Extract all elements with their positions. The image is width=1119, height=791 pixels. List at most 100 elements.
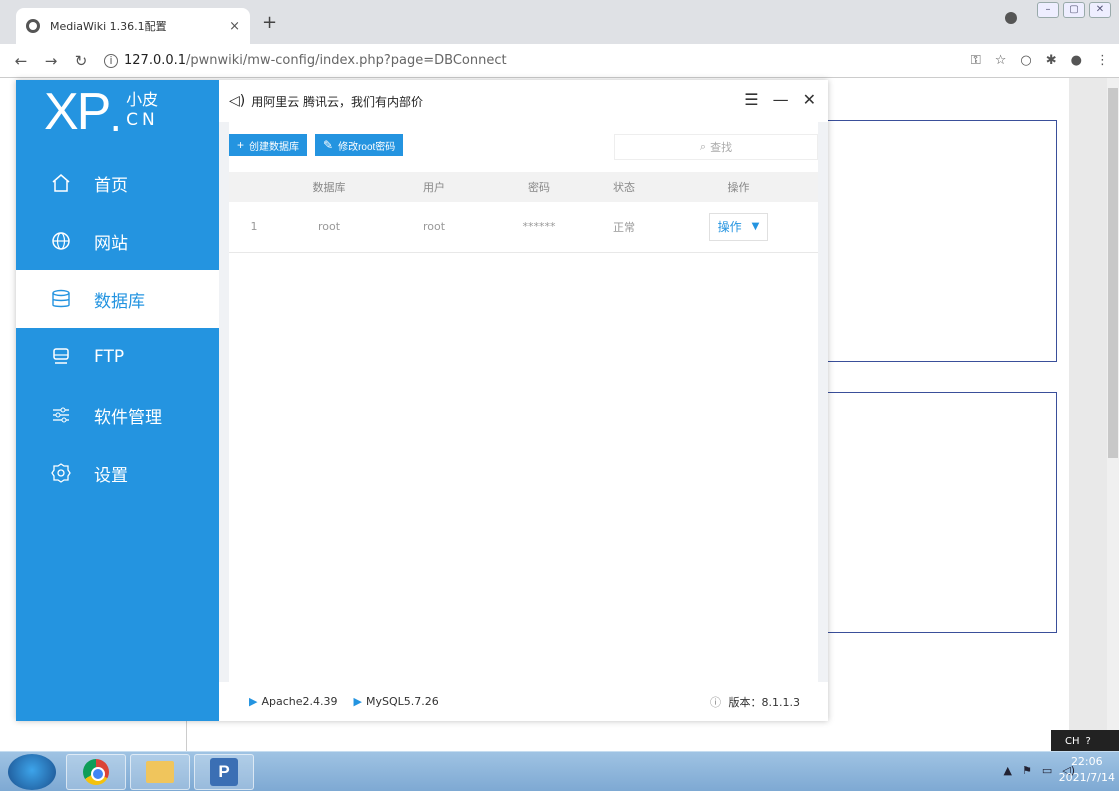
sidebar-item-settings[interactable]: 设置 — [16, 444, 219, 502]
sidebar-item-websites[interactable]: 网站 — [16, 212, 219, 270]
opera-icon[interactable]: ○ — [1020, 53, 1031, 68]
caret-down-icon: ▼ — [751, 221, 760, 233]
info-icon: ⓘ — [710, 696, 722, 709]
change-root-password-button[interactable]: ✎ 修改root密码 — [315, 134, 404, 156]
clock[interactable]: 22:06 2021/7/14 — [1059, 754, 1115, 786]
col-index — [229, 172, 279, 202]
profile-dot-icon[interactable] — [1005, 12, 1017, 24]
globe-icon — [50, 230, 72, 252]
language-bar[interactable]: CH ? — [1051, 730, 1119, 752]
close-icon[interactable]: ✕ — [803, 90, 816, 109]
window-controls: – ▢ ✕ — [1037, 2, 1111, 18]
forward-icon[interactable]: → — [42, 52, 60, 70]
close-window-button[interactable]: ✕ — [1089, 2, 1111, 18]
apache-status[interactable]: Apache2.4.39 — [261, 695, 337, 708]
tray-expand-icon[interactable]: ▲ — [1003, 764, 1011, 777]
action-dropdown-button[interactable]: 操作 ▼ — [708, 212, 769, 241]
sidebar-item-label: FTP — [94, 347, 125, 367]
sidebar-item-label: 数据库 — [94, 291, 145, 312]
taskbar-phpstudy[interactable]: P — [194, 754, 254, 790]
version-info: ⓘ 版本：8.1.1.3 — [710, 694, 800, 710]
help-icon[interactable]: ? — [1086, 736, 1091, 747]
cell-password: ****** — [489, 202, 589, 253]
sidebar-item-database[interactable]: 数据库 — [16, 270, 219, 328]
extensions-icon[interactable]: ✱ — [1046, 53, 1057, 68]
gear-icon — [50, 462, 72, 484]
action-center-icon[interactable]: ⚑ — [1022, 764, 1032, 777]
logo-cn-text: 小皮 — [126, 90, 159, 109]
tab-close-icon[interactable]: × — [229, 19, 240, 34]
maximize-button[interactable]: ▢ — [1063, 2, 1085, 18]
menu-icon[interactable]: ☰ — [744, 90, 758, 109]
ftp-icon — [50, 346, 72, 368]
notice-bar: ◁) 用阿里云 腾讯云，我们有内部价 ☰ — ✕ — [219, 80, 828, 122]
sidebar-item-label: 网站 — [94, 233, 128, 254]
app-window: XP . 小皮 CN 首页 网站 数据库 FTP 软件管理 设置 ◁) 用阿里云… — [16, 80, 828, 721]
col-database: 数据库 — [279, 172, 379, 202]
app-window-controls: ☰ — ✕ — [744, 90, 816, 109]
table-header-row: 数据库 用户 密码 状态 操作 — [229, 172, 818, 202]
sidebar-item-ftp[interactable]: FTP — [16, 328, 219, 386]
page-scrollbar[interactable] — [1107, 78, 1119, 751]
cell-status: 正常 — [589, 202, 659, 253]
minimize-button[interactable]: – — [1037, 2, 1059, 18]
mysql-status[interactable]: MySQL5.7.26 — [366, 695, 439, 708]
cell-index: 1 — [229, 202, 279, 253]
background-panel — [828, 392, 1057, 633]
phpstudy-icon: P — [210, 758, 238, 786]
version-label: 版本：8.1.1.3 — [728, 696, 800, 709]
taskbar-explorer[interactable] — [130, 754, 190, 790]
sidebar-item-home[interactable]: 首页 — [16, 154, 219, 212]
cell-database: root — [279, 202, 379, 253]
browser-tab[interactable]: MediaWiki 1.36.1配置 × — [16, 8, 250, 44]
sidebar-item-software[interactable]: 软件管理 — [16, 386, 219, 444]
sliders-icon — [50, 404, 72, 426]
taskbar-chrome[interactable] — [66, 754, 126, 790]
profile-icon[interactable]: ● — [1071, 53, 1082, 68]
minimize-icon[interactable]: — — [773, 90, 789, 109]
home-icon — [50, 172, 72, 194]
tab-title: MediaWiki 1.36.1配置 — [50, 20, 167, 33]
clock-time: 22:06 — [1070, 755, 1103, 768]
status-footer: ▶ Apache2.4.39 ▶ MySQL5.7.26 ⓘ 版本：8.1.1.… — [219, 682, 828, 721]
pencil-icon: ✎ — [323, 138, 334, 152]
clock-date: 2021/7/14 — [1058, 771, 1115, 784]
back-icon[interactable]: ← — [12, 52, 30, 70]
url-host: 127.0.0.1 — [124, 53, 187, 68]
speaker-icon: ◁) — [229, 93, 246, 109]
start-button[interactable] — [8, 754, 56, 790]
scrollbar-thumb[interactable] — [1108, 88, 1118, 458]
create-database-button[interactable]: + 创建数据库 — [229, 134, 308, 156]
sidebar-item-label: 首页 — [94, 175, 128, 196]
col-action: 操作 — [659, 172, 818, 202]
app-logo: XP . 小皮 CN — [44, 86, 159, 138]
table-row: 1 root root ****** 正常 操作 ▼ — [229, 202, 818, 253]
search-icon: ⌕ — [699, 140, 707, 153]
sidebar-item-label: 设置 — [94, 465, 128, 486]
page-favicon-icon — [26, 19, 40, 33]
reload-icon[interactable]: ↻ — [72, 52, 90, 70]
cell-user: root — [379, 202, 489, 253]
site-info-icon[interactable]: i — [104, 53, 118, 68]
address-bar: ← → ↻ i 127.0.0.1/pwnwiki/mw-config/inde… — [0, 44, 1119, 78]
col-user: 用户 — [379, 172, 489, 202]
database-content: + 创建数据库 ✎ 修改root密码 ⌕ 查找 数据库 用户 密码 状态 操作 … — [229, 122, 818, 682]
network-icon[interactable]: ▭ — [1042, 764, 1052, 777]
bookmark-star-icon[interactable]: ☆ — [995, 53, 1007, 68]
url-field[interactable]: i 127.0.0.1/pwnwiki/mw-config/index.php?… — [104, 53, 507, 68]
menu-dots-icon[interactable]: ⋮ — [1096, 53, 1109, 68]
database-icon — [50, 288, 72, 310]
main-panel: ◁) 用阿里云 腾讯云，我们有内部价 ☰ — ✕ + 创建数据库 ✎ 修改roo… — [219, 80, 828, 721]
logo-xp: XP — [44, 83, 111, 141]
search-input[interactable]: ⌕ 查找 — [614, 134, 818, 160]
folder-icon — [146, 761, 174, 783]
chrome-icon — [83, 759, 109, 785]
key-icon[interactable]: ⚿ — [971, 53, 981, 68]
play-icon: ▶ — [249, 695, 258, 708]
lang-label: CH — [1065, 735, 1080, 747]
new-tab-button[interactable]: + — [262, 12, 277, 33]
taskbar: P ▲ ⚑ ▭ ◁) 22:06 2021/7/14 — [0, 751, 1119, 791]
logo-cn-letters: CN — [126, 110, 159, 130]
notice-text[interactable]: 用阿里云 腾讯云，我们有内部价 — [251, 93, 423, 110]
sidebar: XP . 小皮 CN 首页 网站 数据库 FTP 软件管理 设置 — [16, 80, 219, 721]
